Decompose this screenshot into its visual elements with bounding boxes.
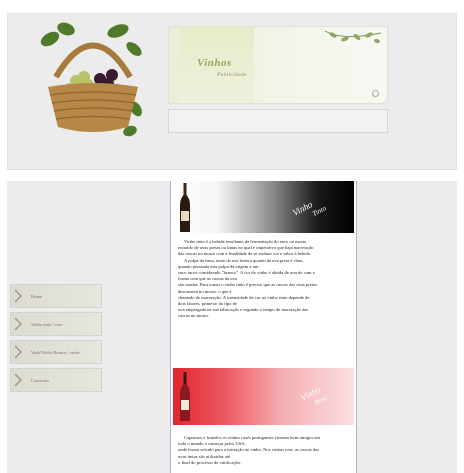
wine-bottle-icon: [180, 372, 190, 421]
wine-bottle-icon: [180, 183, 190, 232]
sidebar-menu: Home Vinho tinto / rose Vinh/Vinho Branc…: [10, 284, 102, 396]
arrow-icon: [11, 340, 25, 364]
banner-dot-icon[interactable]: [372, 90, 379, 97]
brand-subtitle: Publicidade: [217, 72, 247, 78]
text-line: cascas no mosto.: [178, 313, 210, 319]
brand-banner: Vinhos Publicidade: [168, 26, 388, 104]
header-strip: [168, 109, 388, 133]
sidebar-item-label: Contactos: [31, 377, 49, 383]
vinho-rose-banner: Vinho Rosé: [173, 368, 354, 425]
vine-icon: [324, 30, 382, 44]
arrow-icon: [11, 312, 25, 336]
tinto-banner-word-1: Vinho: [291, 199, 315, 218]
arrow-icon: [11, 284, 25, 308]
sidebar-item-home[interactable]: Home: [10, 284, 102, 308]
sidebar-item-label: Vinh/Vinho Branco / verde: [31, 349, 80, 355]
rose-description: Capitosos e frutados os vinhos rosés por…: [178, 435, 354, 466]
sidebar-item-contactos[interactable]: Contactos: [10, 368, 102, 392]
brand-title: Vinhos: [197, 57, 232, 69]
vinho-tinto-banner: Vinho Tinto: [173, 181, 354, 233]
sidebar-item-tinto-rose[interactable]: Vinho tinto / rose: [10, 312, 102, 336]
content-column: Vinho Tinto Vinho tinto é a bebida resul…: [170, 181, 357, 473]
text-line: o final do processo de vinificação.: [178, 459, 242, 465]
sidebar-item-label: Home: [31, 293, 42, 299]
wine-basket-image: [40, 22, 142, 137]
arrow-icon: [11, 368, 25, 392]
tinto-description: Vinho tinto é a bebida resultante da fer…: [178, 239, 354, 320]
sidebar-item-branco-verde[interactable]: Vinh/Vinho Branco / verde: [10, 340, 102, 364]
header-panel: Vinhos Publicidade: [7, 13, 457, 170]
sidebar-item-label: Vinho tinto / rose: [31, 321, 63, 327]
